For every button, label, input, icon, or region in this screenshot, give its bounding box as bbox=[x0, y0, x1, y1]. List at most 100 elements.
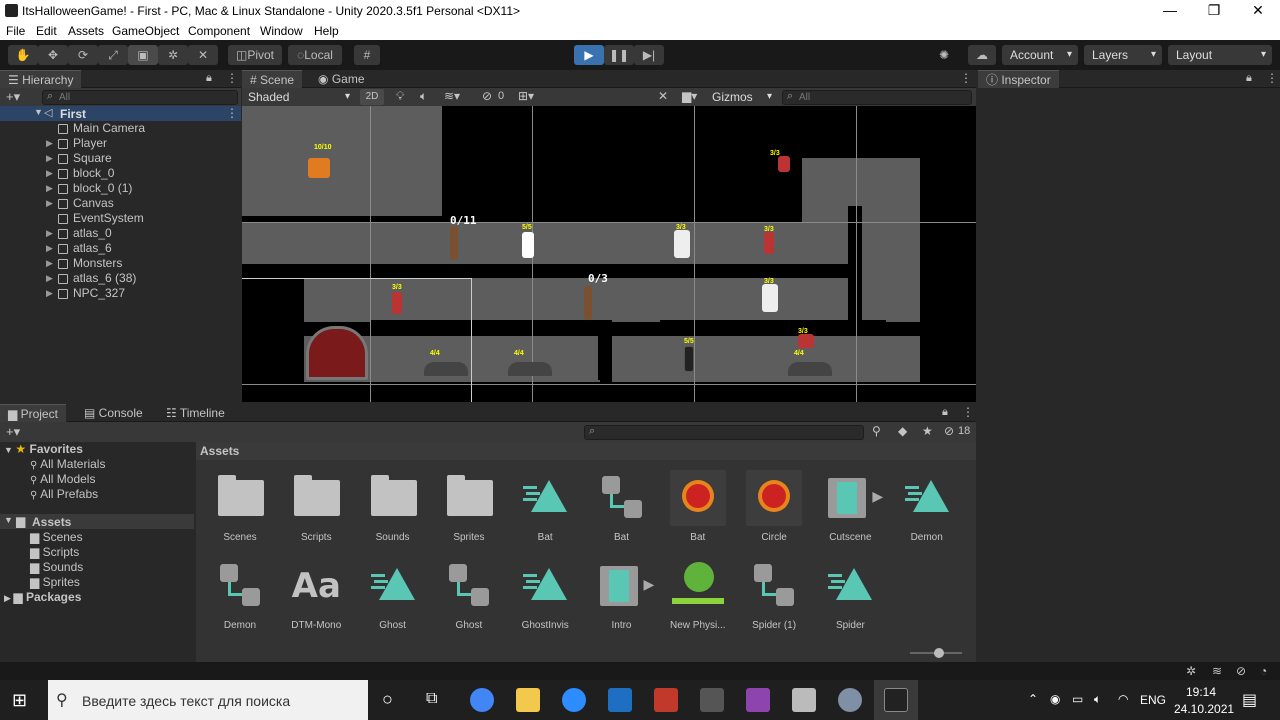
chevron-up-icon[interactable]: ⌃ bbox=[1028, 692, 1038, 706]
file-explorer-icon[interactable] bbox=[516, 688, 540, 712]
player-sprite[interactable] bbox=[522, 232, 534, 258]
panel-menu-icon[interactable]: ⋮ bbox=[226, 71, 238, 85]
asset-item[interactable]: Bat bbox=[660, 470, 736, 543]
scene-menu-icon[interactable]: ⋮ bbox=[960, 71, 972, 85]
npc-sprite[interactable] bbox=[684, 346, 694, 372]
asset-item[interactable]: Sprites bbox=[431, 470, 507, 543]
progress-icon[interactable]: ◔ bbox=[1260, 664, 1267, 678]
chevron-right-icon[interactable]: ▶ bbox=[46, 136, 53, 151]
audio-icon[interactable]: 🔈︎ bbox=[420, 89, 427, 104]
menu-edit[interactable]: Edit bbox=[36, 24, 57, 38]
panel-menu-icon[interactable]: ⋮ bbox=[1266, 71, 1278, 85]
menu-component[interactable]: Component bbox=[188, 24, 250, 38]
menu-assets[interactable]: Assets bbox=[68, 24, 104, 38]
app-icon[interactable] bbox=[746, 688, 770, 712]
move-tool-button[interactable]: ✥ bbox=[38, 45, 68, 65]
project-search-input[interactable] bbox=[584, 425, 864, 440]
hierarchy-item[interactable]: ▶ Monsters bbox=[0, 256, 240, 271]
panel-menu-icon[interactable]: ⋮ bbox=[962, 405, 974, 419]
maximize-button[interactable]: ❐ bbox=[1192, 0, 1236, 22]
asset-item[interactable]: Scenes bbox=[202, 470, 278, 543]
hierarchy-item[interactable]: ▶ block_0 bbox=[0, 166, 240, 181]
menu-file[interactable]: File bbox=[6, 24, 25, 38]
hierarchy-item[interactable]: ▶ Player bbox=[0, 136, 240, 151]
chevron-right-icon[interactable]: ▶ bbox=[46, 256, 53, 271]
hierarchy-item[interactable]: ▶ atlas_6 (38) bbox=[0, 271, 240, 286]
demon-sprite[interactable] bbox=[764, 232, 774, 254]
asset-item[interactable]: Spider bbox=[812, 558, 888, 631]
hierarchy-add-button[interactable]: +▾ bbox=[6, 89, 20, 105]
hierarchy-item[interactable]: ▶ atlas_0 bbox=[0, 226, 240, 241]
clock-time[interactable]: 19:14 bbox=[1186, 685, 1216, 699]
step-button[interactable]: ▶| bbox=[634, 45, 664, 65]
taskbar-search-input[interactable]: Введите здесь текст для поиска bbox=[82, 693, 290, 709]
torch-sprite[interactable] bbox=[584, 286, 592, 320]
label-icon[interactable]: ◆ bbox=[898, 424, 907, 438]
scale-tool-button[interactable]: ⤢ bbox=[98, 45, 128, 65]
assets-root-row[interactable]: ▼ ▆ Assets bbox=[0, 514, 194, 529]
bat-sprite[interactable] bbox=[798, 334, 814, 348]
clock-date[interactable]: 24.10.2021 bbox=[1174, 702, 1234, 716]
asset-item[interactable]: Ghost bbox=[355, 558, 431, 631]
local-toggle[interactable]: ◌Local bbox=[288, 45, 342, 65]
tab-hierarchy[interactable]: ☰ Hierarchy bbox=[0, 70, 82, 88]
favorites-row[interactable]: ▼ ★ Favorites bbox=[4, 442, 83, 457]
asset-folder-item[interactable]: ▆ Scripts bbox=[30, 545, 79, 560]
asset-item[interactable]: Ghost bbox=[431, 558, 507, 631]
transform-tool-button[interactable]: ✲ bbox=[158, 45, 188, 65]
asset-item[interactable]: Spider (1) bbox=[736, 558, 812, 631]
pumpkin-sprite[interactable] bbox=[308, 158, 330, 178]
menu-gameobject[interactable]: GameObject bbox=[112, 24, 179, 38]
layout-dropdown[interactable]: Layout bbox=[1168, 45, 1272, 65]
asset-item[interactable]: New Physi... bbox=[660, 558, 736, 631]
hierarchy-item[interactable]: ▶ NPC_327 bbox=[0, 286, 240, 301]
favorite-item[interactable]: ⚲ All Materials bbox=[30, 457, 105, 472]
2d-toggle[interactable]: 2D bbox=[360, 89, 384, 105]
tab-project[interactable]: ▆ Project bbox=[0, 404, 66, 422]
asset-item[interactable]: Bat bbox=[507, 470, 583, 543]
lighting-icon[interactable]: 💡︎ bbox=[396, 89, 404, 104]
app-icon[interactable] bbox=[792, 688, 816, 712]
chevron-right-icon[interactable]: ▶ bbox=[46, 196, 53, 211]
wifi-icon[interactable]: ◠ bbox=[1118, 692, 1128, 706]
notifications-icon[interactable]: ▤ bbox=[1242, 690, 1257, 710]
tab-inspector[interactable]: ⓘ Inspector bbox=[978, 70, 1059, 88]
chevron-right-icon[interactable]: ▶ bbox=[46, 271, 53, 286]
asset-item[interactable]: Scripts bbox=[278, 470, 354, 543]
hierarchy-item[interactable]: Main Camera bbox=[0, 121, 240, 136]
chevron-right-icon[interactable]: ▶ bbox=[46, 181, 53, 196]
lock-icon[interactable]: 🔒︎ bbox=[942, 406, 948, 419]
tab-timeline[interactable]: ☷ Timeline bbox=[158, 404, 233, 422]
spider-sprite[interactable] bbox=[508, 362, 552, 376]
asset-folder-item[interactable]: ▆ Sounds bbox=[30, 560, 83, 575]
hidden-packages-icon[interactable]: ⊘ bbox=[944, 424, 954, 438]
spider-sprite[interactable] bbox=[788, 362, 832, 376]
packages-row[interactable]: ▶ ▆ Packages bbox=[4, 590, 81, 605]
tab-game[interactable]: ◉ Game bbox=[310, 70, 373, 88]
asset-item[interactable]: Intro bbox=[584, 558, 660, 631]
settings-icon[interactable] bbox=[838, 688, 862, 712]
shading-mode-dropdown[interactable]: Shaded ▾ bbox=[244, 89, 354, 105]
chevron-right-icon[interactable]: ▶ bbox=[46, 226, 53, 241]
bat-sprite[interactable] bbox=[778, 156, 790, 172]
ghost-sprite[interactable] bbox=[762, 284, 778, 312]
rotate-tool-button[interactable]: ⟳ bbox=[68, 45, 98, 65]
menu-help[interactable]: Help bbox=[314, 24, 339, 38]
language-indicator[interactable]: ENG bbox=[1140, 693, 1166, 707]
hidden-objects-icon[interactable]: ⊘ bbox=[482, 89, 492, 103]
chevron-right-icon[interactable]: ▶ bbox=[46, 286, 53, 301]
hierarchy-item[interactable]: ▶ Canvas bbox=[0, 196, 240, 211]
favorite-item[interactable]: ⚲ All Prefabs bbox=[30, 487, 98, 502]
collab-icon[interactable]: ✺ bbox=[930, 45, 958, 65]
asset-item[interactable]: Circle bbox=[736, 470, 812, 543]
rect-tool-button[interactable]: ▣ bbox=[128, 45, 158, 65]
no-bug-icon[interactable]: ⊘ bbox=[1236, 664, 1246, 678]
pause-button[interactable]: ❚❚ bbox=[604, 45, 634, 65]
effects-icon[interactable]: ≋▾ bbox=[444, 89, 460, 103]
breadcrumb-assets[interactable]: Assets bbox=[200, 444, 239, 458]
chevron-right-icon[interactable]: ▶ bbox=[46, 241, 53, 256]
lock-icon[interactable]: 🔒︎ bbox=[206, 72, 212, 85]
hierarchy-item[interactable]: ▶ atlas_6 bbox=[0, 241, 240, 256]
close-button[interactable]: ✕ bbox=[1236, 0, 1280, 22]
store-icon[interactable] bbox=[700, 688, 724, 712]
